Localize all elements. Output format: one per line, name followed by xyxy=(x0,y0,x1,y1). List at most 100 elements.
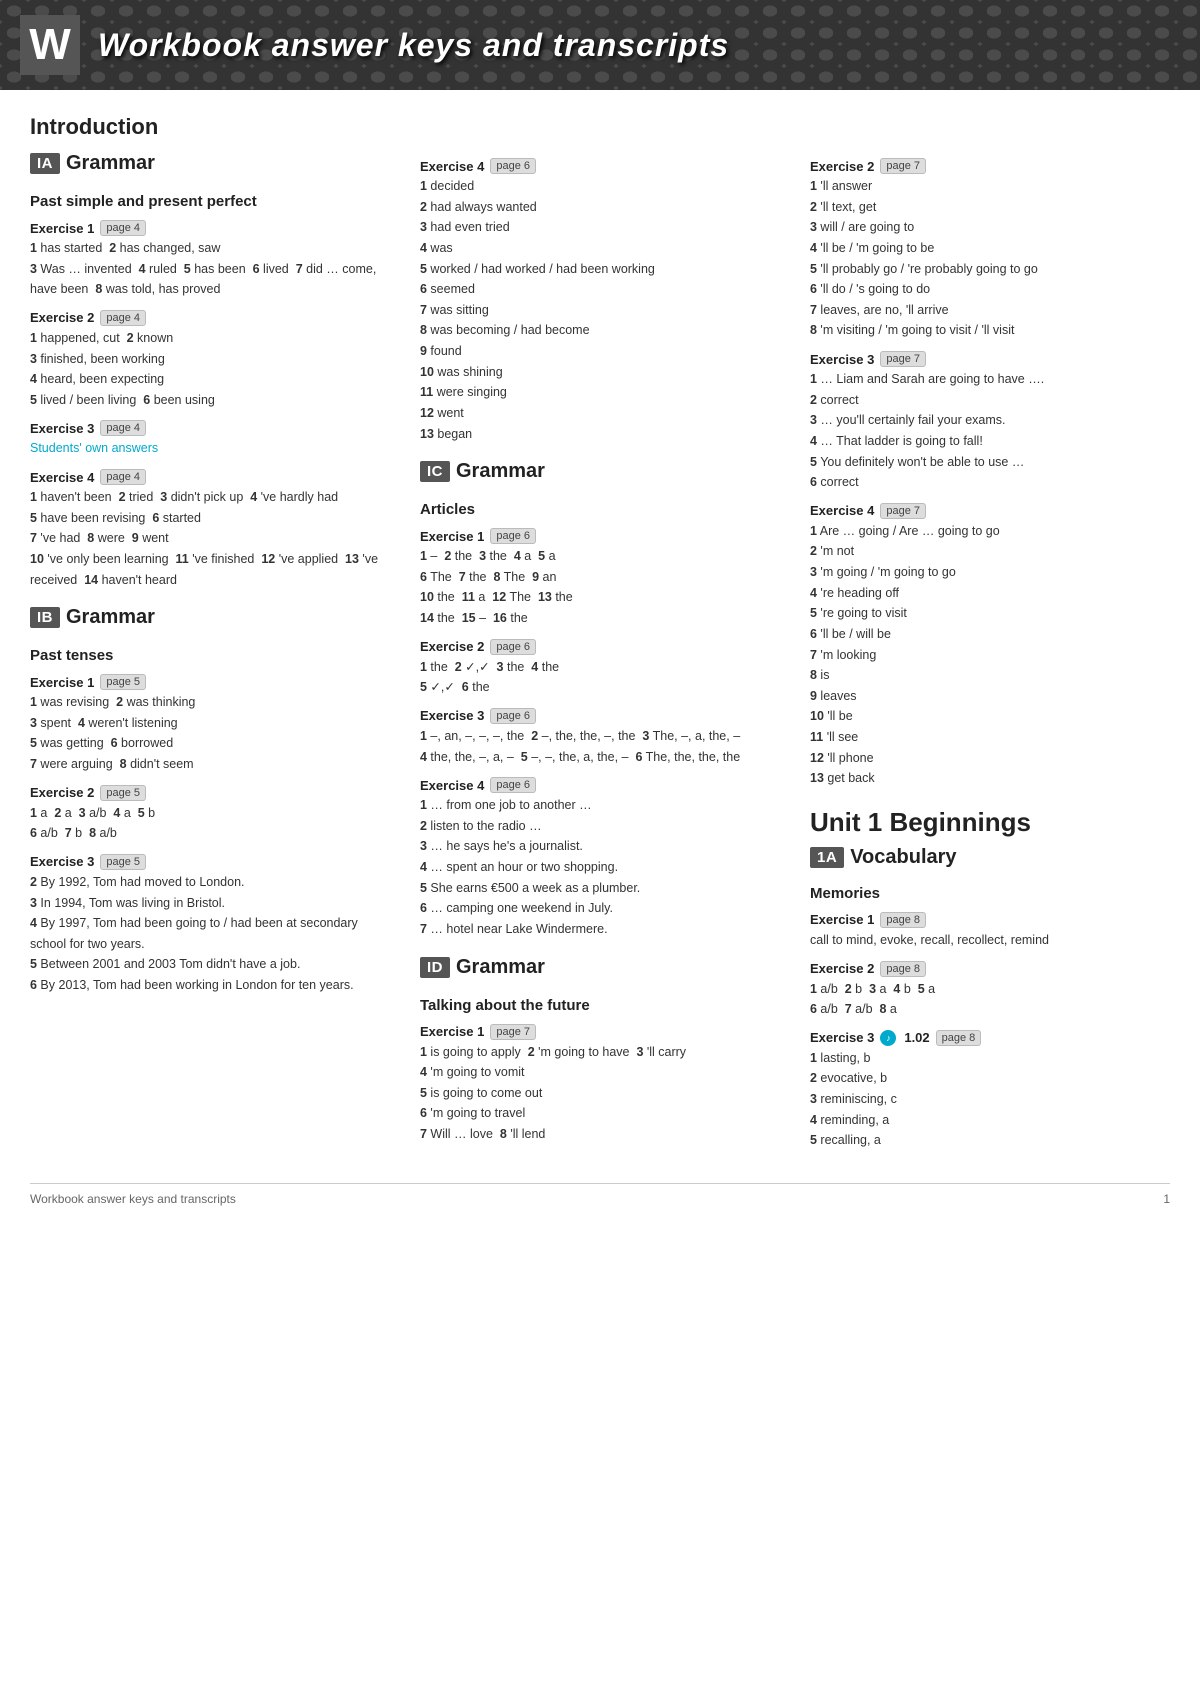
id-ex4-page: page 7 xyxy=(880,503,926,519)
unit1a-badge-box: 1A xyxy=(810,847,844,868)
id-grammar-badge: ID Grammar xyxy=(420,956,545,979)
ic-ex3-page: page 6 xyxy=(490,708,536,724)
unit1-title: Unit 1 Beginnings xyxy=(810,807,1170,838)
ic-ex2-head: Exercise 2 page 6 xyxy=(420,639,780,655)
unit1a-vocab-badge: 1A Vocabulary xyxy=(810,846,957,869)
ic-grammar-badge: IC Grammar xyxy=(420,460,545,483)
ib-badge-box: IB xyxy=(30,607,60,628)
ic-sub-section: Articles xyxy=(420,501,780,518)
ib-ex3-head: Exercise 3 page 5 xyxy=(30,854,390,870)
column-3: Exercise 2 page 7 1 'll answer 2 'll tex… xyxy=(810,148,1170,1153)
ia-sub-section: Past simple and present perfect xyxy=(30,193,390,210)
unit1a-ex2-label: Exercise 2 xyxy=(810,961,874,976)
id-ex3-content: 1 … Liam and Sarah are going to have …. … xyxy=(810,369,1170,493)
ia-grammar-badge: IA Grammar xyxy=(30,152,155,175)
ib-ex2-head: Exercise 2 page 5 xyxy=(30,785,390,801)
ia-ex1-label: Exercise 1 xyxy=(30,221,94,236)
unit1a-ex3-head: Exercise 3 ♪ 1.02 page 8 xyxy=(810,1030,1170,1046)
id-ex2-head: Exercise 2 page 7 xyxy=(810,158,1170,174)
ia-ex4-label: Exercise 4 xyxy=(30,470,94,485)
ic-ex2-label: Exercise 2 xyxy=(420,639,484,654)
id-ex4-head: Exercise 4 page 7 xyxy=(810,503,1170,519)
ic-ex1-page: page 6 xyxy=(490,528,536,544)
ib-ex4-head: Exercise 4 page 6 xyxy=(420,158,780,174)
unit1a-vocab-label: Vocabulary xyxy=(850,846,956,869)
column-2: Exercise 4 page 6 1 decided 2 had always… xyxy=(420,148,780,1153)
id-ex3-head: Exercise 3 page 7 xyxy=(810,351,1170,367)
id-badge-box: ID xyxy=(420,957,450,978)
header-w-logo: W xyxy=(20,15,80,75)
unit1a-ex3-audio: 1.02 xyxy=(904,1030,929,1045)
ia-grammar-label: Grammar xyxy=(66,152,155,175)
ib-ex4-label: Exercise 4 xyxy=(420,159,484,174)
ia-ex3-head: Exercise 3 page 4 xyxy=(30,420,390,436)
ic-ex4-content: 1 … from one job to another … 2 listen t… xyxy=(420,795,780,939)
ic-ex4-page: page 6 xyxy=(490,777,536,793)
column-1: IA Grammar Past simple and present perfe… xyxy=(30,148,390,1153)
footer: Workbook answer keys and transcripts 1 xyxy=(30,1183,1170,1206)
ic-ex3-content: 1 –, an, –, –, –, the 2 –, the, the, –, … xyxy=(420,726,780,767)
ic-ex3-label: Exercise 3 xyxy=(420,708,484,723)
ic-ex1-head: Exercise 1 page 6 xyxy=(420,528,780,544)
ib-ex2-page: page 5 xyxy=(100,785,146,801)
ia-ex1-page: page 4 xyxy=(100,220,146,236)
ic-grammar-label: Grammar xyxy=(456,460,545,483)
ia-ex3-label: Exercise 3 xyxy=(30,421,94,436)
unit1a-ex3-page: page 8 xyxy=(936,1030,982,1046)
header: W Workbook answer keys and transcripts xyxy=(0,0,1200,90)
unit1a-ex1-content: call to mind, evoke, recall, recollect, … xyxy=(810,930,1170,951)
id-ex2-page: page 7 xyxy=(880,158,926,174)
ia-ex2-head: Exercise 2 page 4 xyxy=(30,310,390,326)
ia-ex3-page: page 4 xyxy=(100,420,146,436)
id-ex1-label: Exercise 1 xyxy=(420,1024,484,1039)
ia-ex1-content: 1 has started 2 has changed, saw 3 Was …… xyxy=(30,238,390,300)
ia-ex3-content: Students' own answers xyxy=(30,438,390,459)
id-ex1-content: 1 is going to apply 2 'm going to have 3… xyxy=(420,1042,780,1145)
unit1a-ex2-head: Exercise 2 page 8 xyxy=(810,961,1170,977)
ib-sub-section: Past tenses xyxy=(30,647,390,664)
audio-icon: ♪ xyxy=(880,1030,896,1046)
ib-ex3-page: page 5 xyxy=(100,854,146,870)
id-ex4-content: 1 Are … going / Are … going to go 2 'm n… xyxy=(810,521,1170,789)
ia-badge-box: IA xyxy=(30,153,60,174)
id-ex3-label: Exercise 3 xyxy=(810,352,874,367)
unit1a-ex1-label: Exercise 1 xyxy=(810,912,874,927)
ic-ex1-label: Exercise 1 xyxy=(420,529,484,544)
ib-ex4-content: 1 decided 2 had always wanted 3 had even… xyxy=(420,176,780,444)
id-ex4-label: Exercise 4 xyxy=(810,503,874,518)
ic-ex3-head: Exercise 3 page 6 xyxy=(420,708,780,724)
unit1a-sub-section: Memories xyxy=(810,885,1170,902)
three-column-layout: IA Grammar Past simple and present perfe… xyxy=(30,148,1170,1153)
ib-ex1-content: 1 was revising 2 was thinking 3 spent 4 … xyxy=(30,692,390,775)
introduction-title: Introduction xyxy=(30,114,1170,140)
ib-ex1-label: Exercise 1 xyxy=(30,675,94,690)
id-ex1-page: page 7 xyxy=(490,1024,536,1040)
unit1a-ex3-label: Exercise 3 xyxy=(810,1030,874,1045)
main-content: Introduction IA Grammar Past simple and … xyxy=(0,90,1200,1236)
ic-ex2-content: 1 the 2 ✓,✓ 3 the 4 the 5 ✓,✓ 6 the xyxy=(420,657,780,698)
footer-left: Workbook answer keys and transcripts xyxy=(30,1192,236,1206)
ia-ex4-head: Exercise 4 page 4 xyxy=(30,469,390,485)
id-grammar-label: Grammar xyxy=(456,956,545,979)
ic-ex4-head: Exercise 4 page 6 xyxy=(420,777,780,793)
unit1a-ex1-page: page 8 xyxy=(880,912,926,928)
ia-ex2-page: page 4 xyxy=(100,310,146,326)
ic-ex2-page: page 6 xyxy=(490,639,536,655)
unit1a-ex3-content: 1 lasting, b 2 evocative, b 3 reminiscin… xyxy=(810,1048,1170,1151)
ib-grammar-label: Grammar xyxy=(66,606,155,629)
ib-ex3-content: 2 By 1992, Tom had moved to London. 3 In… xyxy=(30,872,390,996)
ib-ex2-label: Exercise 2 xyxy=(30,785,94,800)
ia-ex2-label: Exercise 2 xyxy=(30,310,94,325)
id-ex1-head: Exercise 1 page 7 xyxy=(420,1024,780,1040)
id-ex3-page: page 7 xyxy=(880,351,926,367)
unit1a-ex2-content: 1 a/b 2 b 3 a 4 b 5 a 6 a/b 7 a/b 8 a xyxy=(810,979,1170,1020)
ib-ex1-head: Exercise 1 page 5 xyxy=(30,674,390,690)
ia-ex4-page: page 4 xyxy=(100,469,146,485)
footer-right: 1 xyxy=(1163,1192,1170,1206)
ib-ex4-page: page 6 xyxy=(490,158,536,174)
ib-ex3-label: Exercise 3 xyxy=(30,854,94,869)
ib-ex2-content: 1 a 2 a 3 a/b 4 a 5 b 6 a/b 7 b 8 a/b xyxy=(30,803,390,844)
header-title: Workbook answer keys and transcripts xyxy=(98,27,729,64)
ic-ex1-content: 1 – 2 the 3 the 4 a 5 a 6 The 7 the 8 Th… xyxy=(420,546,780,629)
unit1a-ex2-page: page 8 xyxy=(880,961,926,977)
